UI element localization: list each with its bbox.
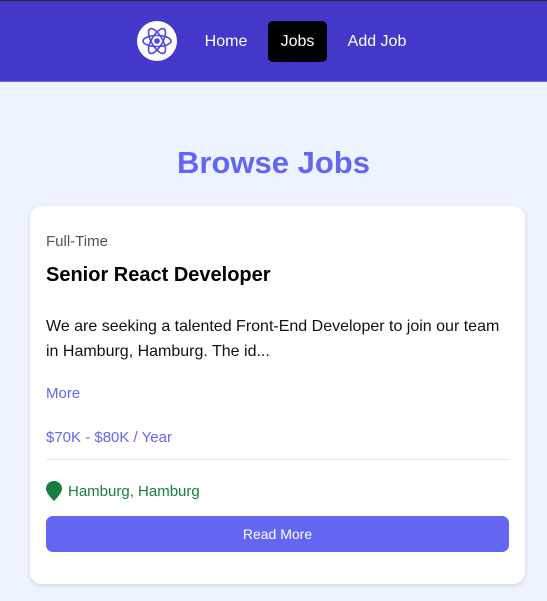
react-atom-icon[interactable] — [137, 21, 177, 61]
more-button[interactable]: More — [46, 385, 80, 402]
nav-link-add-job[interactable]: Add Job — [337, 21, 417, 62]
nav-link-jobs[interactable]: Jobs — [268, 21, 327, 62]
page-title: Browse Jobs — [177, 145, 370, 180]
job-location-label: Hamburg, Hamburg — [68, 482, 200, 500]
job-title: Senior React Developer — [46, 264, 271, 286]
job-location: Hamburg, Hamburg — [46, 481, 200, 501]
job-description: We are seeking a talented Front-End Deve… — [46, 318, 500, 360]
map-marker-icon — [46, 481, 62, 501]
navbar: Home Jobs Add Job — [0, 0, 547, 82]
job-salary: $70K - $80K / Year — [46, 429, 172, 446]
job-card: Full-Time Senior React Developer We are … — [30, 206, 525, 584]
job-type: Full-Time — [46, 233, 108, 250]
nav-link-home[interactable]: Home — [195, 21, 257, 62]
read-more-button[interactable]: Read More — [46, 516, 509, 552]
divider — [46, 459, 509, 460]
